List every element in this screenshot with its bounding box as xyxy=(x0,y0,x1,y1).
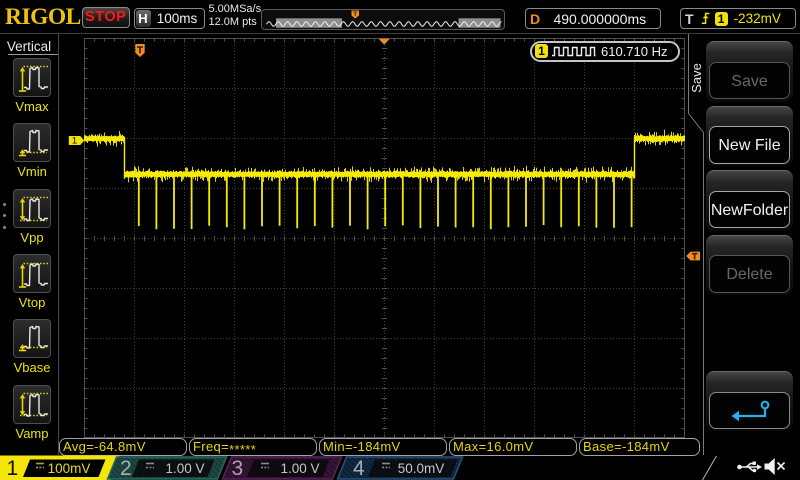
svg-text:1: 1 xyxy=(72,136,77,147)
svg-text:T: T xyxy=(353,11,357,18)
